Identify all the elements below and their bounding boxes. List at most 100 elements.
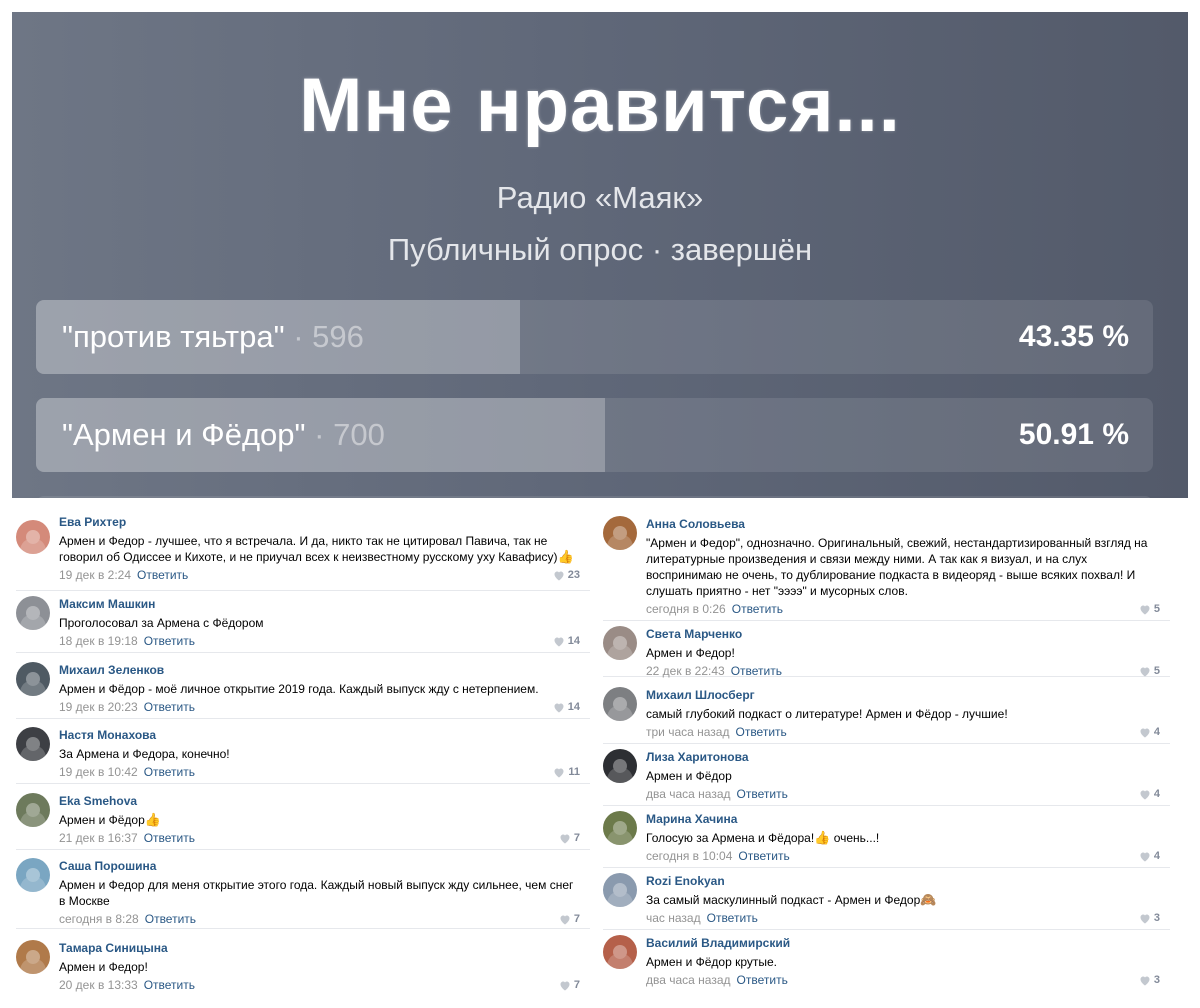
- comment-date[interactable]: два часа назад: [646, 787, 731, 801]
- like-button[interactable]: 7: [559, 911, 580, 927]
- avatar[interactable]: [16, 793, 50, 827]
- comment-author[interactable]: Максим Машкин: [59, 596, 580, 612]
- comment-author[interactable]: Саша Порошина: [59, 858, 580, 874]
- comment-date[interactable]: 18 дек в 19:18: [59, 634, 138, 648]
- poll-option-2[interactable]: "Армен и Фёдор" · 700 50.91 %: [36, 398, 1153, 472]
- like-button[interactable]: 7: [559, 977, 580, 993]
- reply-button[interactable]: Ответить: [144, 978, 195, 992]
- avatar[interactable]: [603, 935, 637, 969]
- like-count: 4: [1153, 850, 1160, 862]
- avatar[interactable]: [16, 662, 50, 696]
- comment-author[interactable]: Василий Владимирский: [646, 935, 1160, 951]
- comment-author[interactable]: Марина Хачина: [646, 811, 1160, 827]
- comment-author[interactable]: Михаил Шлосберг: [646, 687, 1160, 703]
- reply-button[interactable]: Ответить: [731, 664, 782, 678]
- avatar[interactable]: [16, 727, 50, 761]
- avatar[interactable]: [603, 749, 637, 783]
- like-button[interactable]: 4: [1139, 724, 1160, 740]
- comment-date[interactable]: 22 дек в 22:43: [646, 664, 725, 678]
- comment-author[interactable]: Анна Соловьева: [646, 516, 1160, 532]
- comment: Марина Хачина Голосую за Армена и Фёдора!…: [603, 811, 1170, 868]
- comment-text: Армен и Федор для меня открытие этого го…: [59, 878, 574, 908]
- like-button[interactable]: 14: [553, 633, 580, 649]
- comment-date[interactable]: сегодня в 8:28: [59, 912, 139, 926]
- reply-button[interactable]: Ответить: [735, 725, 786, 739]
- comment-date[interactable]: два часа назад: [646, 973, 731, 987]
- like-button[interactable]: 7: [559, 830, 580, 846]
- comment-author[interactable]: Rozi Enokyan: [646, 873, 1160, 889]
- like-button[interactable]: 11: [553, 764, 580, 780]
- comment: Максим Машкин Проголосовал за Армена с Фё…: [16, 596, 590, 653]
- reply-button[interactable]: Ответить: [738, 849, 789, 863]
- avatar[interactable]: [603, 873, 637, 907]
- poll-option-1[interactable]: "против тяьтра" · 596 43.35 %: [36, 300, 1153, 374]
- comment-date[interactable]: сегодня в 10:04: [646, 849, 732, 863]
- comment-date[interactable]: 20 дек в 13:33: [59, 978, 138, 992]
- like-button[interactable]: 14: [553, 699, 580, 715]
- reply-button[interactable]: Ответить: [144, 700, 195, 714]
- comment-author[interactable]: Eka Smehova: [59, 793, 580, 809]
- comment-text: Проголосовал за Армена с Фёдором: [59, 616, 264, 630]
- avatar[interactable]: [603, 811, 637, 845]
- reply-button[interactable]: Ответить: [737, 787, 788, 801]
- avatar[interactable]: [16, 858, 50, 892]
- reply-button[interactable]: Ответить: [732, 602, 783, 616]
- reply-button[interactable]: Ответить: [145, 912, 196, 926]
- avatar[interactable]: [16, 596, 50, 630]
- heart-icon: [560, 915, 570, 924]
- like-button[interactable]: 5: [1139, 663, 1160, 679]
- like-button[interactable]: 3: [1139, 972, 1160, 988]
- heart-icon: [1140, 667, 1150, 676]
- like-button[interactable]: 23: [553, 567, 580, 583]
- comment-date[interactable]: 19 дек в 20:23: [59, 700, 138, 714]
- comment: Анна Соловьева "Армен и Федор", однозначн…: [603, 516, 1170, 621]
- reply-button[interactable]: Ответить: [137, 568, 188, 582]
- reply-button[interactable]: Ответить: [707, 911, 758, 925]
- emoji-icon: 🙈: [920, 892, 937, 907]
- comment-author[interactable]: Тамара Синицына: [59, 940, 580, 956]
- like-count: 7: [573, 913, 580, 925]
- like-count: 7: [573, 832, 580, 844]
- reply-button[interactable]: Ответить: [737, 973, 788, 987]
- avatar[interactable]: [603, 516, 637, 550]
- like-button[interactable]: 5: [1139, 601, 1160, 617]
- like-count: 11: [568, 766, 580, 778]
- like-count: 3: [1153, 912, 1160, 924]
- comment-author[interactable]: Света Марченко: [646, 626, 1160, 642]
- comment: Михаил Шлосберг самый глубокий подкаст о …: [603, 687, 1170, 744]
- reply-button[interactable]: Ответить: [144, 765, 195, 779]
- comment-author[interactable]: Лиза Харитонова: [646, 749, 1160, 765]
- heart-icon: [1140, 852, 1150, 861]
- comment-author[interactable]: Михаил Зеленков: [59, 662, 580, 678]
- comment-author[interactable]: Ева Рихтер: [59, 514, 580, 530]
- comment-date[interactable]: 21 дек в 16:37: [59, 831, 138, 845]
- reply-button[interactable]: Ответить: [144, 634, 195, 648]
- like-button[interactable]: 3: [1139, 910, 1160, 926]
- poll-option-3-partial[interactable]: [36, 496, 1153, 498]
- heart-icon: [1140, 728, 1150, 737]
- like-count: 4: [1153, 726, 1160, 738]
- like-button[interactable]: 4: [1139, 848, 1160, 864]
- comment: Василий Владимирский Армен и Фёдор крутые…: [603, 935, 1170, 991]
- avatar[interactable]: [16, 520, 50, 554]
- comment-author[interactable]: Настя Монахова: [59, 727, 580, 743]
- avatar[interactable]: [603, 687, 637, 721]
- comment-date[interactable]: час назад: [646, 911, 701, 925]
- comment-date[interactable]: 19 дек в 2:24: [59, 568, 131, 582]
- heart-icon: [554, 637, 564, 646]
- heart-icon: [560, 834, 570, 843]
- comment-text: Голосую за Армена и Фёдора!👍 очень...!: [646, 830, 880, 845]
- like-button[interactable]: 4: [1139, 786, 1160, 802]
- poll-author[interactable]: Радио «Маяк»: [12, 180, 1188, 216]
- reply-button[interactable]: Ответить: [144, 831, 195, 845]
- avatar[interactable]: [16, 940, 50, 974]
- comment-date[interactable]: 19 дек в 10:42: [59, 765, 138, 779]
- avatar[interactable]: [603, 626, 637, 660]
- avatar-photo-icon: [613, 697, 627, 711]
- heart-icon: [554, 703, 564, 712]
- like-count: 7: [573, 979, 580, 991]
- comment-date[interactable]: три часа назад: [646, 725, 729, 739]
- like-count: 3: [1153, 974, 1160, 986]
- comment-date[interactable]: сегодня в 0:26: [646, 602, 726, 616]
- comment-text: Армен и Фёдор - моё личное открытие 2019…: [59, 682, 539, 696]
